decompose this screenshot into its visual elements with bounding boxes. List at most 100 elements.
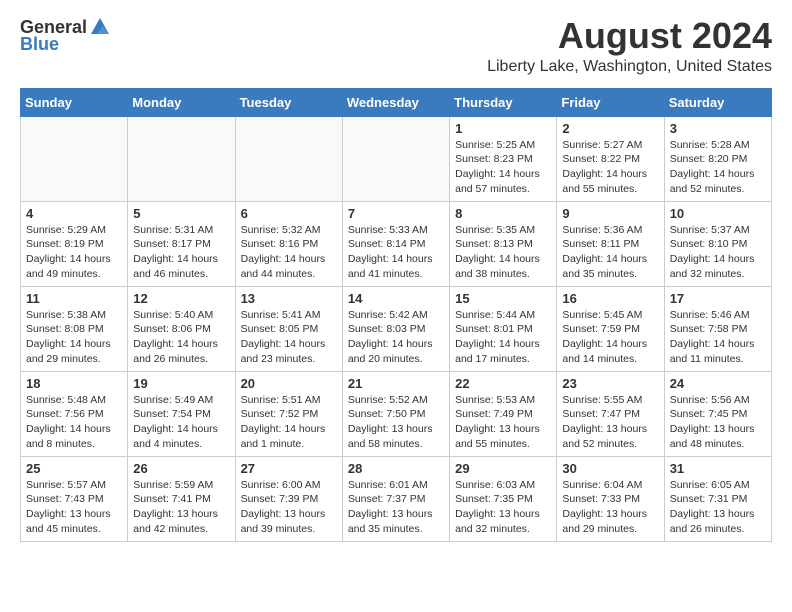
day-info: Sunrise: 6:03 AMSunset: 7:35 PMDaylight:… [455, 478, 551, 537]
calendar-cell: 11 Sunrise: 5:38 AMSunset: 8:08 PMDayligh… [21, 286, 128, 371]
day-info: Sunrise: 5:31 AMSunset: 8:17 PMDaylight:… [133, 223, 229, 282]
day-number: 15 [455, 291, 551, 306]
calendar-cell: 18 Sunrise: 5:48 AMSunset: 7:56 PMDayligh… [21, 371, 128, 456]
day-info: Sunrise: 5:45 AMSunset: 7:59 PMDaylight:… [562, 308, 658, 367]
day-info: Sunrise: 5:33 AMSunset: 8:14 PMDaylight:… [348, 223, 444, 282]
calendar-cell [342, 116, 449, 201]
day-number: 31 [670, 461, 766, 476]
calendar-cell: 24Sunrise: 5:56 AMSunset: 7:45 PMDayligh… [664, 371, 771, 456]
day-info: Sunrise: 5:41 AMSunset: 8:05 PMDaylight:… [241, 308, 337, 367]
calendar-cell: 3Sunrise: 5:28 AMSunset: 8:20 PMDaylight… [664, 116, 771, 201]
day-number: 8 [455, 206, 551, 221]
day-info: Sunrise: 5:46 AMSunset: 7:58 PMDaylight:… [670, 308, 766, 367]
day-number: 29 [455, 461, 551, 476]
day-info: Sunrise: 5:28 AMSunset: 8:20 PMDaylight:… [670, 138, 766, 197]
calendar-cell: 25Sunrise: 5:57 AMSunset: 7:43 PMDayligh… [21, 456, 128, 541]
day-number: 26 [133, 461, 229, 476]
day-info: Sunrise: 5:36 AMSunset: 8:11 PMDaylight:… [562, 223, 658, 282]
day-info: Sunrise: 6:05 AMSunset: 7:31 PMDaylight:… [670, 478, 766, 537]
location: Liberty Lake, Washington, United States [487, 58, 772, 76]
day-info: Sunrise: 5:57 AMSunset: 7:43 PMDaylight:… [26, 478, 122, 537]
day-number: 11 [26, 291, 122, 306]
page-header: General Blue August 2024 Liberty Lake, W… [20, 16, 772, 76]
calendar-cell: 17 Sunrise: 5:46 AMSunset: 7:58 PMDayligh… [664, 286, 771, 371]
calendar-cell: 27 Sunrise: 6:00 AMSunset: 7:39 PMDayligh… [235, 456, 342, 541]
day-info: Sunrise: 5:42 AMSunset: 8:03 PMDaylight:… [348, 308, 444, 367]
day-info: Sunrise: 6:01 AMSunset: 7:37 PMDaylight:… [348, 478, 444, 537]
calendar-cell: 31 Sunrise: 6:05 AMSunset: 7:31 PMDayligh… [664, 456, 771, 541]
day-info: Sunrise: 5:32 AMSunset: 8:16 PMDaylight:… [241, 223, 337, 282]
day-info: Sunrise: 5:51 AMSunset: 7:52 PMDaylight:… [241, 393, 337, 452]
calendar-cell: 8 Sunrise: 5:35 AMSunset: 8:13 PMDaylight… [450, 201, 557, 286]
calendar-week-5: 25Sunrise: 5:57 AMSunset: 7:43 PMDayligh… [21, 456, 772, 541]
calendar-cell [21, 116, 128, 201]
logo-icon [89, 16, 111, 38]
calendar-week-3: 11 Sunrise: 5:38 AMSunset: 8:08 PMDayligh… [21, 286, 772, 371]
day-number: 19 [133, 376, 229, 391]
day-info: Sunrise: 5:29 AMSunset: 8:19 PMDaylight:… [26, 223, 122, 282]
day-number: 7 [348, 206, 444, 221]
calendar-cell: 19Sunrise: 5:49 AMSunset: 7:54 PMDayligh… [128, 371, 235, 456]
day-info: Sunrise: 5:38 AMSunset: 8:08 PMDaylight:… [26, 308, 122, 367]
day-info: Sunrise: 6:04 AMSunset: 7:33 PMDaylight:… [562, 478, 658, 537]
day-header-friday: Friday [557, 88, 664, 116]
calendar-cell: 22 Sunrise: 5:53 AMSunset: 7:49 PMDayligh… [450, 371, 557, 456]
day-number: 5 [133, 206, 229, 221]
day-info: Sunrise: 5:25 AMSunset: 8:23 PMDaylight:… [455, 138, 551, 197]
day-header-thursday: Thursday [450, 88, 557, 116]
day-number: 23 [562, 376, 658, 391]
day-info: Sunrise: 5:59 AMSunset: 7:41 PMDaylight:… [133, 478, 229, 537]
calendar-cell [235, 116, 342, 201]
day-info: Sunrise: 5:48 AMSunset: 7:56 PMDaylight:… [26, 393, 122, 452]
day-info: Sunrise: 5:53 AMSunset: 7:49 PMDaylight:… [455, 393, 551, 452]
logo: General Blue [20, 16, 113, 55]
day-number: 27 [241, 461, 337, 476]
calendar-cell: 5 Sunrise: 5:31 AMSunset: 8:17 PMDaylight… [128, 201, 235, 286]
day-number: 1 [455, 121, 551, 136]
calendar-cell: 2 Sunrise: 5:27 AMSunset: 8:22 PMDaylight… [557, 116, 664, 201]
day-info: Sunrise: 5:52 AMSunset: 7:50 PMDaylight:… [348, 393, 444, 452]
calendar-cell: 4Sunrise: 5:29 AMSunset: 8:19 PMDaylight… [21, 201, 128, 286]
month-title: August 2024 [487, 16, 772, 56]
day-info: Sunrise: 5:55 AMSunset: 7:47 PMDaylight:… [562, 393, 658, 452]
day-header-saturday: Saturday [664, 88, 771, 116]
calendar-cell: 16 Sunrise: 5:45 AMSunset: 7:59 PMDayligh… [557, 286, 664, 371]
calendar-cell: 26 Sunrise: 5:59 AMSunset: 7:41 PMDayligh… [128, 456, 235, 541]
calendar-cell: 21 Sunrise: 5:52 AMSunset: 7:50 PMDayligh… [342, 371, 449, 456]
day-number: 10 [670, 206, 766, 221]
title-area: August 2024 Liberty Lake, Washington, Un… [487, 16, 772, 76]
calendar-cell: 1 Sunrise: 5:25 AMSunset: 8:23 PMDaylight… [450, 116, 557, 201]
day-info: Sunrise: 5:37 AMSunset: 8:10 PMDaylight:… [670, 223, 766, 282]
day-number: 18 [26, 376, 122, 391]
calendar-cell: 9Sunrise: 5:36 AMSunset: 8:11 PMDaylight… [557, 201, 664, 286]
calendar-week-2: 4Sunrise: 5:29 AMSunset: 8:19 PMDaylight… [21, 201, 772, 286]
calendar-header-row: SundayMondayTuesdayWednesdayThursdayFrid… [21, 88, 772, 116]
day-number: 20 [241, 376, 337, 391]
day-number: 2 [562, 121, 658, 136]
day-info: Sunrise: 5:35 AMSunset: 8:13 PMDaylight:… [455, 223, 551, 282]
logo-blue-text: Blue [20, 34, 59, 55]
calendar-cell: 23 Sunrise: 5:55 AMSunset: 7:47 PMDayligh… [557, 371, 664, 456]
calendar-cell: 30 Sunrise: 6:04 AMSunset: 7:33 PMDayligh… [557, 456, 664, 541]
day-number: 12 [133, 291, 229, 306]
day-header-tuesday: Tuesday [235, 88, 342, 116]
calendar-cell: 6 Sunrise: 5:32 AMSunset: 8:16 PMDaylight… [235, 201, 342, 286]
calendar-cell: 14Sunrise: 5:42 AMSunset: 8:03 PMDayligh… [342, 286, 449, 371]
day-number: 13 [241, 291, 337, 306]
day-number: 28 [348, 461, 444, 476]
day-number: 17 [670, 291, 766, 306]
calendar-week-4: 18 Sunrise: 5:48 AMSunset: 7:56 PMDayligh… [21, 371, 772, 456]
day-number: 16 [562, 291, 658, 306]
day-number: 22 [455, 376, 551, 391]
day-info: Sunrise: 5:27 AMSunset: 8:22 PMDaylight:… [562, 138, 658, 197]
day-info: Sunrise: 6:00 AMSunset: 7:39 PMDaylight:… [241, 478, 337, 537]
day-header-sunday: Sunday [21, 88, 128, 116]
day-number: 6 [241, 206, 337, 221]
day-info: Sunrise: 5:44 AMSunset: 8:01 PMDaylight:… [455, 308, 551, 367]
day-number: 21 [348, 376, 444, 391]
day-header-monday: Monday [128, 88, 235, 116]
day-number: 30 [562, 461, 658, 476]
calendar-cell [128, 116, 235, 201]
calendar-cell: 29 Sunrise: 6:03 AMSunset: 7:35 PMDayligh… [450, 456, 557, 541]
day-number: 24 [670, 376, 766, 391]
